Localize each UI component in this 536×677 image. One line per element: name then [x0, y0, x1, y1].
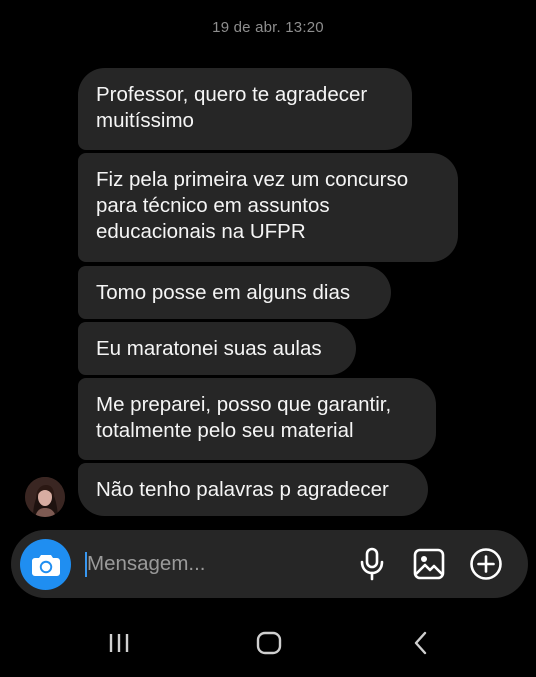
avatar-image — [25, 477, 65, 517]
back-icon — [414, 631, 427, 655]
plus-icon — [470, 548, 502, 580]
message-bubble[interactable]: Eu maratonei suas aulas — [78, 322, 356, 375]
message-bubble[interactable]: Professor, quero te agradecer muitíssimo — [78, 68, 412, 150]
sender-avatar[interactable] — [25, 477, 65, 517]
gallery-button[interactable] — [411, 546, 447, 582]
home-button[interactable] — [249, 628, 289, 658]
microphone-icon — [360, 547, 384, 581]
message-bubble[interactable]: Me preparei, posso que garantir, totalme… — [78, 378, 436, 460]
message-bubble[interactable]: Não tenho palavras p agradecer — [78, 463, 428, 516]
message-input[interactable] — [87, 546, 337, 582]
recents-button[interactable] — [99, 628, 139, 658]
message-composer — [11, 530, 528, 598]
microphone-button[interactable] — [354, 546, 390, 582]
camera-button[interactable] — [20, 539, 71, 590]
message-bubble[interactable]: Tomo posse em alguns dias — [78, 266, 391, 319]
back-button[interactable] — [401, 628, 441, 658]
message-bubble[interactable]: Fiz pela primeira vez um concurso para t… — [78, 153, 458, 262]
camera-icon — [31, 554, 60, 576]
message-timestamp: 19 de abr. 13:20 — [212, 19, 324, 36]
add-button[interactable] — [468, 546, 504, 582]
gallery-icon — [413, 548, 445, 580]
system-navigation-bar — [0, 610, 536, 677]
recents-icon — [109, 634, 129, 652]
home-icon — [256, 631, 282, 655]
